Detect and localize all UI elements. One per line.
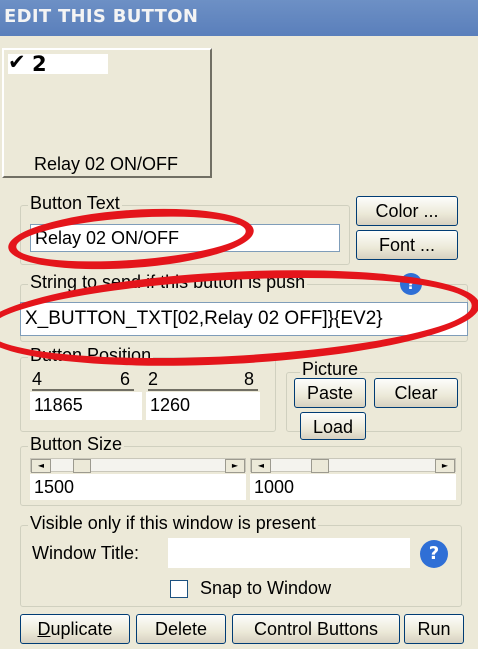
window-title: EDIT THIS BUTTON	[4, 6, 199, 27]
checkmark-icon: ✔	[8, 50, 26, 74]
scroll-left-icon[interactable]: ◄	[251, 459, 271, 473]
scroll-right-icon[interactable]: ►	[435, 459, 455, 473]
position-x-input[interactable]: 11865	[30, 392, 142, 420]
scale-label-8: 8	[243, 369, 254, 389]
window-title-label: Window Title:	[32, 543, 140, 563]
button-text-input[interactable]: Relay 02 ON/OFF	[30, 224, 340, 252]
button-position-legend: Button Position	[28, 345, 154, 365]
run-button[interactable]: Run	[404, 614, 464, 644]
position-y-scale: 2 8	[148, 369, 258, 391]
button-size-legend: Button Size	[28, 434, 125, 454]
picture-legend: Picture	[300, 359, 361, 379]
scroll-left-icon[interactable]: ◄	[31, 459, 51, 473]
duplicate-mnemonic: D	[37, 619, 51, 639]
color-button[interactable]: Color ...	[356, 196, 458, 226]
height-scrollbar[interactable]: ◄ ►	[250, 458, 456, 473]
string-to-send-input[interactable]: X_BUTTON_TXT[02,Relay 02 OFF]}{EV2}	[20, 302, 468, 336]
height-input[interactable]: 1000	[250, 474, 456, 500]
snap-to-window-checkbox[interactable]	[170, 580, 188, 598]
snap-to-window-label: Snap to Window	[200, 578, 332, 598]
preview-button[interactable]: ✔ 2 Relay 02 ON/OFF	[2, 48, 212, 178]
paste-button[interactable]: Paste	[294, 378, 366, 408]
delete-button[interactable]: Delete	[136, 614, 226, 644]
help-icon[interactable]: ?	[420, 540, 448, 568]
visible-only-legend: Visible only if this window is present	[28, 513, 318, 533]
preview-check-label: 2	[32, 52, 47, 76]
edit-button-panel: EDIT THIS BUTTON ✔ 2 Relay 02 ON/OFF But…	[0, 0, 478, 649]
position-y-input[interactable]: 1260	[146, 392, 260, 420]
button-text-legend: Button Text	[28, 193, 122, 213]
title-bar: EDIT THIS BUTTON	[0, 0, 478, 36]
control-buttons-button[interactable]: Control Buttons	[232, 614, 400, 644]
scale-label-2: 2	[148, 369, 159, 389]
clear-button[interactable]: Clear	[374, 378, 458, 408]
window-title-input[interactable]	[168, 538, 410, 568]
height-scroll-thumb[interactable]	[311, 459, 329, 473]
scale-label-4: 4	[32, 369, 43, 389]
duplicate-button[interactable]: Duplicate	[20, 614, 130, 644]
position-x-scale: 4 6	[32, 369, 134, 391]
width-scroll-thumb[interactable]	[73, 459, 91, 473]
width-input[interactable]: 1500	[30, 474, 246, 500]
scroll-right-icon[interactable]: ►	[225, 459, 245, 473]
load-button[interactable]: Load	[300, 412, 366, 440]
scale-label-6: 6	[119, 369, 130, 389]
width-scrollbar[interactable]: ◄ ►	[30, 458, 246, 473]
string-to-send-legend: String to send if this button is push	[28, 272, 308, 292]
font-button[interactable]: Font ...	[356, 230, 458, 260]
preview-button-label: Relay 02 ON/OFF	[34, 154, 179, 174]
help-icon[interactable]: ?	[400, 273, 422, 295]
